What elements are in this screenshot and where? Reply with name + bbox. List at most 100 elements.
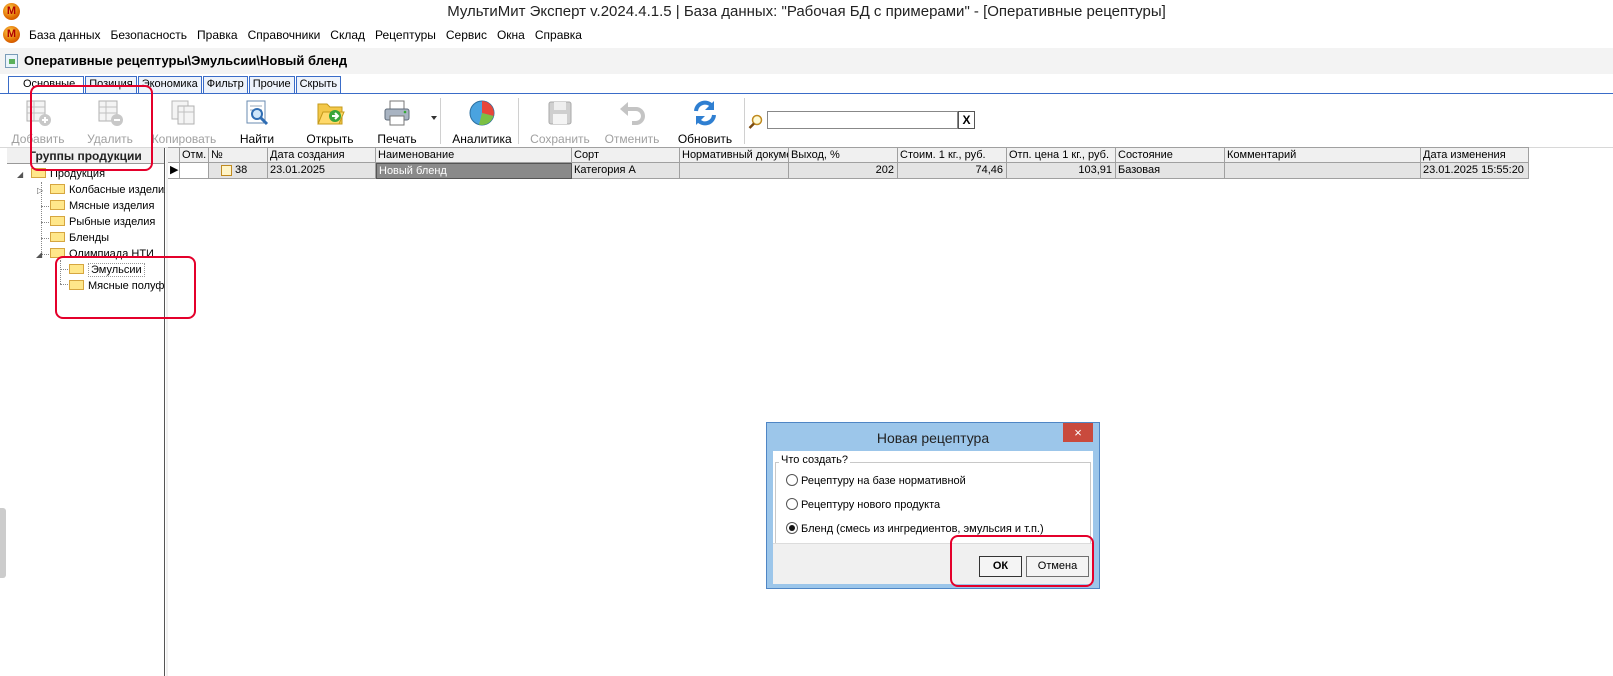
table-row[interactable]: ▶ 38 23.01.2025 Новый бленд Категория А … — [168, 163, 1529, 179]
document-path: Оперативные рецептуры\Эмульсии\Новый бле… — [24, 53, 348, 68]
floppy-disk-icon — [548, 101, 572, 125]
column-header-modified[interactable]: Дата изменения — [1421, 147, 1529, 163]
column-header-normdoc[interactable]: Нормативный документ — [680, 147, 789, 163]
menu-windows[interactable]: Окна — [492, 28, 530, 42]
cell-mark[interactable] — [180, 163, 209, 179]
find-button-label: Найти — [239, 132, 275, 146]
refresh-button-label: Обновить — [677, 132, 733, 146]
tab-hide[interactable]: Скрыть — [295, 76, 342, 93]
option-normative-radio[interactable]: Рецептуру на базе нормативной — [786, 474, 966, 488]
copy-grid-icon — [171, 100, 195, 125]
recipe-doc-icon — [221, 164, 232, 176]
open-folder-icon — [317, 103, 345, 125]
column-header-created[interactable]: Дата создания — [268, 147, 376, 163]
find-button[interactable]: Найти — [221, 96, 293, 146]
collapse-root-icon[interactable]: ◢ — [17, 170, 23, 179]
copy-button-label: Копировать — [151, 132, 217, 146]
search-clear-button[interactable]: X — [958, 111, 975, 129]
tab-other[interactable]: Прочие — [248, 76, 295, 93]
open-button[interactable]: Открыть — [294, 96, 366, 146]
save-button-label: Сохранить — [530, 132, 590, 146]
grid-header-row: Отм. № Дата создания Наименование Сорт Н… — [168, 147, 1529, 163]
title-bar: M МультиМит Эксперт v.2024.4.1.5 | База … — [0, 0, 1613, 24]
print-button[interactable]: Печать — [361, 96, 433, 146]
open-button-label: Открыть — [306, 132, 354, 146]
document-header: Оперативные рецептуры\Эмульсии\Новый бле… — [0, 48, 1613, 74]
tree-item-sausage[interactable]: Колбасные изделия — [50, 182, 165, 198]
print-dropdown-arrow-icon[interactable] — [431, 116, 437, 120]
panel-splitter[interactable] — [166, 148, 168, 676]
menu-warehouse[interactable]: Склад — [325, 28, 370, 42]
annotation-highlight-buttons — [950, 535, 1094, 587]
current-row-indicator: ▶ — [168, 163, 180, 179]
cell-cost[interactable]: 74,46 — [898, 163, 1007, 179]
find-icon — [246, 100, 269, 126]
print-button-label: Печать — [377, 132, 417, 146]
pie-chart-icon — [469, 100, 495, 126]
side-collapse-handle[interactable] — [0, 508, 6, 578]
undo-button[interactable]: Отменить — [596, 96, 668, 146]
dialog-close-button[interactable]: × — [1063, 423, 1093, 442]
row-indicator-header — [168, 147, 180, 163]
create-options-legend: Что создать? — [779, 454, 851, 466]
tree-item-meat[interactable]: Мясные изделия — [50, 198, 165, 214]
menu-help[interactable]: Справка — [530, 28, 587, 42]
cell-modified[interactable]: 23.01.2025 15:55:20 — [1421, 163, 1529, 179]
tree-item-label: Колбасные изделия — [69, 184, 165, 196]
cell-number-value: 38 — [235, 164, 248, 176]
folder-icon — [50, 216, 65, 227]
cell-yield[interactable]: 202 — [789, 163, 898, 179]
tree-item-blends[interactable]: Бленды — [50, 230, 165, 246]
folder-icon — [50, 184, 65, 195]
option-label: Бленд (смесь из ингредиентов, эмульсия и… — [801, 523, 1044, 535]
column-header-yield[interactable]: Выход, % — [789, 147, 898, 163]
cell-comment[interactable] — [1225, 163, 1421, 179]
column-header-price[interactable]: Отп. цена 1 кг., руб. — [1007, 147, 1116, 163]
collapse-olympiad-icon[interactable]: ◢ — [36, 250, 42, 259]
column-header-grade[interactable]: Сорт — [572, 147, 680, 163]
refresh-icon — [694, 100, 716, 126]
menu-database[interactable]: База данных — [24, 28, 105, 42]
cell-state[interactable]: Базовая — [1116, 163, 1225, 179]
refresh-button[interactable]: Обновить — [669, 96, 741, 146]
toolbar-separator — [440, 98, 441, 144]
cell-normdoc[interactable] — [680, 163, 789, 179]
radio-checked-icon — [786, 522, 798, 535]
option-label: Рецептуру нового продукта — [801, 499, 941, 511]
menu-edit[interactable]: Правка — [192, 28, 243, 42]
app-menu-logo-icon[interactable]: M — [3, 26, 20, 43]
window-title: МультиМит Эксперт v.2024.4.1.5 | База да… — [447, 3, 1166, 20]
analytics-button[interactable]: Аналитика — [446, 96, 518, 146]
folder-icon — [50, 200, 65, 211]
tree-item-label: Мясные изделия — [69, 200, 155, 212]
copy-button[interactable]: Копировать — [148, 96, 220, 146]
menu-service[interactable]: Сервис — [441, 28, 492, 42]
analytics-button-label: Аналитика — [452, 132, 512, 146]
search-icon — [748, 114, 763, 129]
undo-button-label: Отменить — [604, 132, 660, 146]
column-header-mark[interactable]: Отм. — [180, 147, 209, 163]
tree-item-label: Бленды — [69, 232, 110, 244]
column-header-cost[interactable]: Стоим. 1 кг., руб. — [898, 147, 1007, 163]
cell-price[interactable]: 103,91 — [1007, 163, 1116, 179]
folder-icon — [50, 232, 65, 243]
menu-recipes[interactable]: Рецептуры — [370, 28, 441, 42]
column-header-state[interactable]: Состояние — [1116, 147, 1225, 163]
tree-item-fish[interactable]: Рыбные изделия — [50, 214, 165, 230]
cell-grade[interactable]: Категория А — [572, 163, 680, 179]
menu-security[interactable]: Безопасность — [105, 28, 192, 42]
save-button[interactable]: Сохранить — [524, 96, 596, 146]
search-input[interactable] — [767, 111, 958, 129]
dialog-title: Новая рецептура — [876, 430, 990, 446]
cell-created[interactable]: 23.01.2025 — [268, 163, 376, 179]
expand-sausage-icon[interactable]: ▷ — [37, 186, 43, 195]
tab-filter[interactable]: Фильтр — [202, 76, 248, 93]
menu-references[interactable]: Справочники — [243, 28, 326, 42]
cell-number[interactable]: 38 — [209, 163, 268, 179]
document-icon — [5, 54, 18, 68]
cell-name[interactable]: Новый бленд — [376, 163, 572, 179]
option-new-product-radio[interactable]: Рецептуру нового продукта — [786, 498, 941, 512]
column-header-name[interactable]: Наименование — [376, 147, 572, 163]
column-header-comment[interactable]: Комментарий — [1225, 147, 1421, 163]
column-header-number[interactable]: № — [209, 147, 268, 163]
